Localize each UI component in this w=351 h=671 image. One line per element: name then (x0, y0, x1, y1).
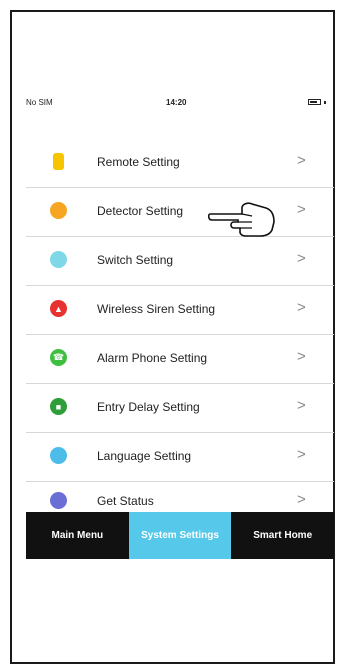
chevron-right-icon: > (297, 201, 306, 218)
phone-icon: ☎ (50, 349, 67, 366)
menu-item-label: Detector Setting (97, 204, 184, 218)
chevron-right-icon: > (297, 397, 306, 414)
menu-item-alarm-phone-setting[interactable]: ☎ Alarm Phone Setting > (26, 335, 334, 384)
status-icon (50, 492, 67, 509)
switch-icon (50, 251, 67, 268)
menu-item-label: Get Status (97, 494, 154, 508)
chevron-right-icon: > (297, 250, 306, 267)
tab-bar: Main Menu System Settings Smart Home (26, 512, 334, 559)
menu-item-get-status[interactable]: Get Status > (26, 482, 334, 509)
detector-icon (50, 202, 67, 219)
settings-list: Remote Setting > Detector Setting > Swit… (26, 139, 334, 509)
siren-icon: ▲ (50, 300, 67, 317)
menu-item-label: Language Setting (97, 449, 192, 463)
language-icon (50, 447, 67, 464)
chevron-right-icon: > (297, 152, 306, 169)
clock: 14:20 (166, 98, 187, 107)
pointing-hand-icon (208, 202, 275, 237)
tab-main-menu[interactable]: Main Menu (26, 512, 129, 559)
chevron-right-icon: > (297, 446, 306, 463)
remote-icon (53, 153, 64, 170)
battery-icon (308, 99, 326, 105)
menu-item-wireless-siren-setting[interactable]: ▲ Wireless Siren Setting > (26, 286, 334, 335)
chevron-right-icon: > (297, 491, 306, 508)
menu-item-language-setting[interactable]: Language Setting > (26, 433, 334, 482)
menu-item-detector-setting[interactable]: Detector Setting > (26, 188, 334, 237)
menu-item-remote-setting[interactable]: Remote Setting > (26, 139, 334, 188)
chevron-right-icon: > (297, 348, 306, 365)
tab-system-settings[interactable]: System Settings (128, 512, 232, 559)
chevron-right-icon: > (297, 299, 306, 316)
carrier-label: No SIM (26, 98, 53, 107)
menu-item-label: Switch Setting (97, 253, 174, 267)
tab-smart-home[interactable]: Smart Home (231, 512, 334, 559)
menu-item-switch-setting[interactable]: Switch Setting > (26, 237, 334, 286)
menu-item-entry-delay-setting[interactable]: ■ Entry Delay Setting > (26, 384, 334, 433)
menu-item-label: Entry Delay Setting (97, 400, 200, 414)
menu-item-label: Wireless Siren Setting (97, 302, 216, 316)
status-bar: No SIM 14:20 (26, 98, 326, 112)
menu-item-label: Alarm Phone Setting (97, 351, 208, 365)
menu-item-label: Remote Setting (97, 155, 180, 169)
delay-icon: ■ (50, 398, 67, 415)
